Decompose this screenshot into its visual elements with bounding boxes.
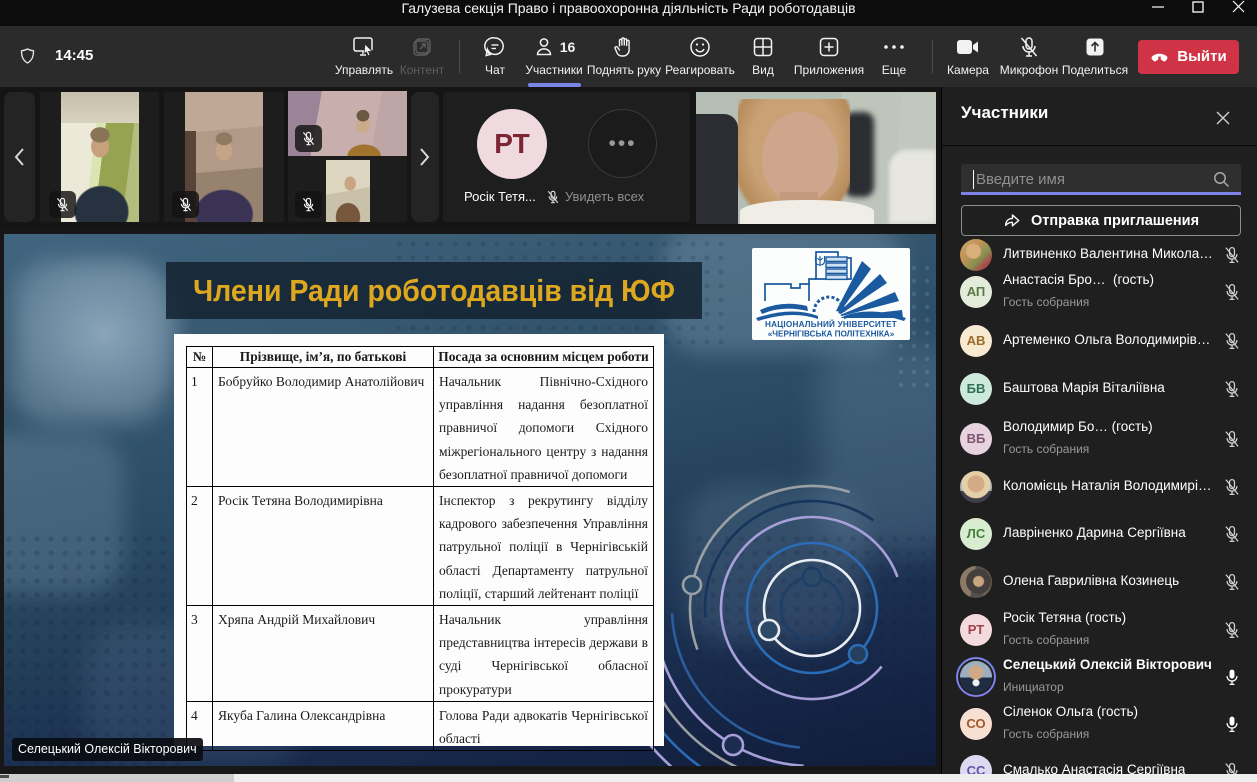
svg-text:НАЦІОНАЛЬНИЙ УНІВЕРСИТЕТ: НАЦІОНАЛЬНИЙ УНІВЕРСИТЕТ: [765, 318, 897, 329]
svg-text:«ЧЕРНІГІВСЬКА ПОЛІТЕХНІКА»: «ЧЕРНІГІВСЬКА ПОЛІТЕХНІКА»: [768, 330, 895, 339]
